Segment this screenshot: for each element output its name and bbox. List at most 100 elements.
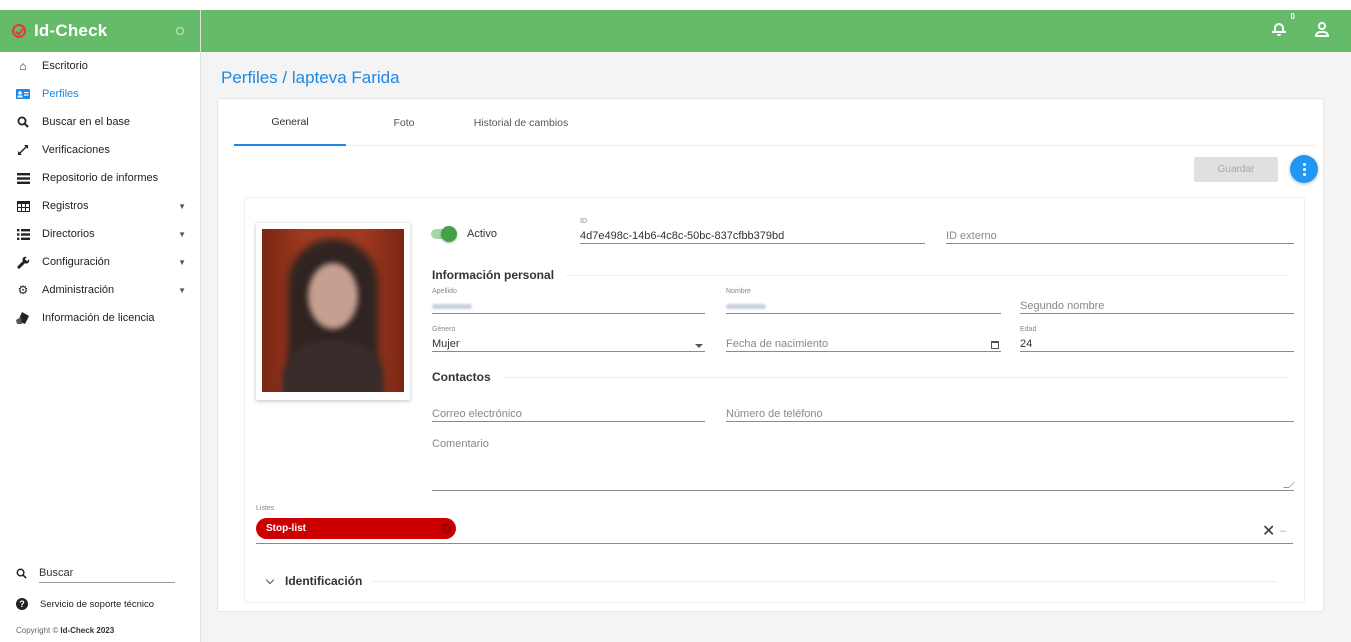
copyright-brand: Id-Check 2023 — [60, 625, 115, 635]
license-icon — [16, 311, 30, 325]
dropdown-arrow-icon — [695, 344, 703, 348]
email-field[interactable]: Correo electrónico — [432, 396, 705, 422]
section-identification[interactable]: Identificación — [265, 574, 1277, 588]
middle-name-input[interactable]: Segundo nombre — [1020, 298, 1294, 314]
comment-field[interactable]: Comentario — [432, 436, 1295, 491]
sidebar-footer: Buscar ? Servicio de soporte técnico Cop… — [0, 560, 200, 642]
gender-label: Género — [432, 326, 456, 333]
section-identification-title: Identificación — [285, 574, 363, 588]
name-input[interactable]: x — [726, 298, 1001, 314]
bell-icon[interactable] — [1272, 22, 1286, 36]
sidebar-pin-icon[interactable] — [176, 27, 184, 35]
section-contacts-title: Contactos — [432, 370, 491, 384]
age-label: Edad — [1020, 326, 1037, 333]
list-icon — [16, 171, 30, 185]
sidebar-item-label: Escritorio — [42, 60, 88, 72]
sidebar: Id-Check ⌂ Escritorio Perfiles Buscar en… — [0, 10, 201, 642]
profile-photo-image — [262, 229, 404, 392]
sidebar-search-input[interactable]: Buscar — [39, 567, 175, 583]
wrench-icon — [16, 255, 30, 269]
sidebar-item-verificaciones[interactable]: Verificaciones — [0, 136, 200, 164]
section-personal-title: Información personal — [432, 268, 555, 282]
age-input[interactable]: 24 — [1020, 336, 1294, 352]
sidebar-item-escritorio[interactable]: ⌂ Escritorio — [0, 52, 200, 80]
sidebar-item-perfiles[interactable]: Perfiles — [0, 80, 200, 108]
age-field[interactable]: Edad 24 — [1020, 326, 1294, 352]
sidebar-item-label: Directorios — [42, 228, 95, 240]
main-content: Perfiles / lapteva Farida General Foto H… — [201, 52, 1351, 642]
bullet-list-icon — [16, 227, 30, 241]
gender-field[interactable]: Género Mujer — [432, 326, 705, 352]
id-card-icon — [16, 87, 30, 101]
tab-foto[interactable]: Foto — [364, 99, 444, 146]
sidebar-search: Buscar — [0, 560, 200, 590]
chevron-down-icon: ▼ — [178, 257, 186, 267]
middle-name-field[interactable]: Segundo nombre — [1020, 288, 1294, 314]
phone-input[interactable]: Número de teléfono — [726, 406, 1294, 422]
sidebar-item-label: Administración — [42, 284, 115, 296]
section-personal: Información personal — [432, 268, 1289, 282]
section-contacts: Contactos — [432, 370, 1289, 384]
sidebar-item-directorios[interactable]: Directorios ▼ — [0, 220, 200, 248]
stop-list-chip[interactable]: Stop-list ✕ — [256, 518, 456, 539]
gender-select[interactable]: Mujer — [432, 336, 705, 352]
copyright: Copyright © Id-Check 2023 — [0, 618, 200, 642]
calendar-icon[interactable] — [991, 341, 999, 349]
surname-field[interactable]: Apellido x — [432, 288, 705, 314]
clear-lists-icon[interactable]: ✕ — [1262, 521, 1275, 541]
more-actions-button[interactable] — [1290, 155, 1318, 183]
lists-dropdown-icon[interactable]: – — [1280, 525, 1286, 537]
profile-photo[interactable] — [256, 223, 410, 400]
chevron-down-icon: ▼ — [178, 285, 186, 295]
surname-input[interactable]: x — [432, 298, 705, 314]
sidebar-item-label: Información de licencia — [42, 312, 155, 324]
comment-input[interactable]: Comentario — [432, 436, 1294, 452]
home-icon: ⌂ — [19, 59, 27, 73]
email-input[interactable]: Correo electrónico — [432, 406, 705, 422]
sidebar-item-registros[interactable]: Registros ▼ — [0, 192, 200, 220]
id-field[interactable]: ID 4d7e498c-14b6-4c8c-50bc-837cfbb379bd — [580, 218, 925, 244]
sidebar-item-configuracion[interactable]: Configuración ▼ — [0, 248, 200, 276]
gear-icon: ⚙ — [17, 283, 29, 297]
sidebar-item-administracion[interactable]: ⚙ Administración ▼ — [0, 276, 200, 304]
support-label: Servicio de soporte técnico — [40, 598, 155, 610]
name-field[interactable]: Nombre x — [726, 288, 1001, 314]
expand-icon — [16, 143, 30, 157]
profile-form: Activo ID 4d7e498c-14b6-4c8c-50bc-837cfb… — [244, 197, 1305, 603]
id-value: 4d7e498c-14b6-4c8c-50bc-837cfbb379bd — [580, 228, 925, 244]
app-name: Id-Check — [34, 21, 108, 40]
user-icon[interactable] — [1315, 22, 1329, 37]
search-icon — [16, 115, 30, 129]
sidebar-item-repositorio[interactable]: Repositorio de informes — [0, 164, 200, 192]
active-label: Activo — [467, 228, 497, 240]
save-button[interactable]: Guardar — [1194, 157, 1278, 182]
chip-remove-icon[interactable]: ✕ — [441, 523, 452, 534]
active-toggle[interactable]: Activo — [431, 226, 497, 242]
name-label: Nombre — [726, 288, 751, 295]
help-icon: ? — [16, 598, 28, 610]
search-icon — [16, 568, 27, 582]
tab-general[interactable]: General — [234, 99, 346, 146]
birthdate-field[interactable]: Fecha de nacimiento — [726, 326, 1001, 352]
sidebar-item-label: Buscar en el base — [42, 116, 131, 128]
chevron-down-icon: ▼ — [178, 229, 186, 239]
chevron-down-icon — [265, 575, 275, 584]
resize-handle-icon[interactable] — [1283, 482, 1295, 488]
sidebar-item-label: Repositorio de informes — [42, 172, 159, 184]
tab-historial[interactable]: Historial de cambios — [456, 99, 586, 146]
sidebar-item-buscar[interactable]: Buscar en el base — [0, 108, 200, 136]
logo-icon — [12, 24, 26, 38]
sidebar-item-label: Configuración — [42, 256, 110, 268]
lists-label-wrap: Listes — [256, 505, 456, 515]
chevron-down-icon: ▼ — [178, 201, 186, 211]
topbar: 0 — [201, 10, 1351, 52]
support-link[interactable]: ? Servicio de soporte técnico — [0, 590, 200, 618]
external-id-field[interactable]: ID externo — [946, 218, 1294, 244]
birthdate-input[interactable]: Fecha de nacimiento — [726, 336, 1001, 352]
external-id-input[interactable]: ID externo — [946, 228, 1294, 244]
phone-field[interactable]: Número de teléfono — [726, 396, 1294, 422]
notification-badge: 0 — [1290, 12, 1295, 21]
lists-label: Listes — [256, 505, 275, 512]
sidebar-item-licencia[interactable]: Información de licencia — [0, 304, 200, 332]
toggle-track — [431, 226, 457, 242]
